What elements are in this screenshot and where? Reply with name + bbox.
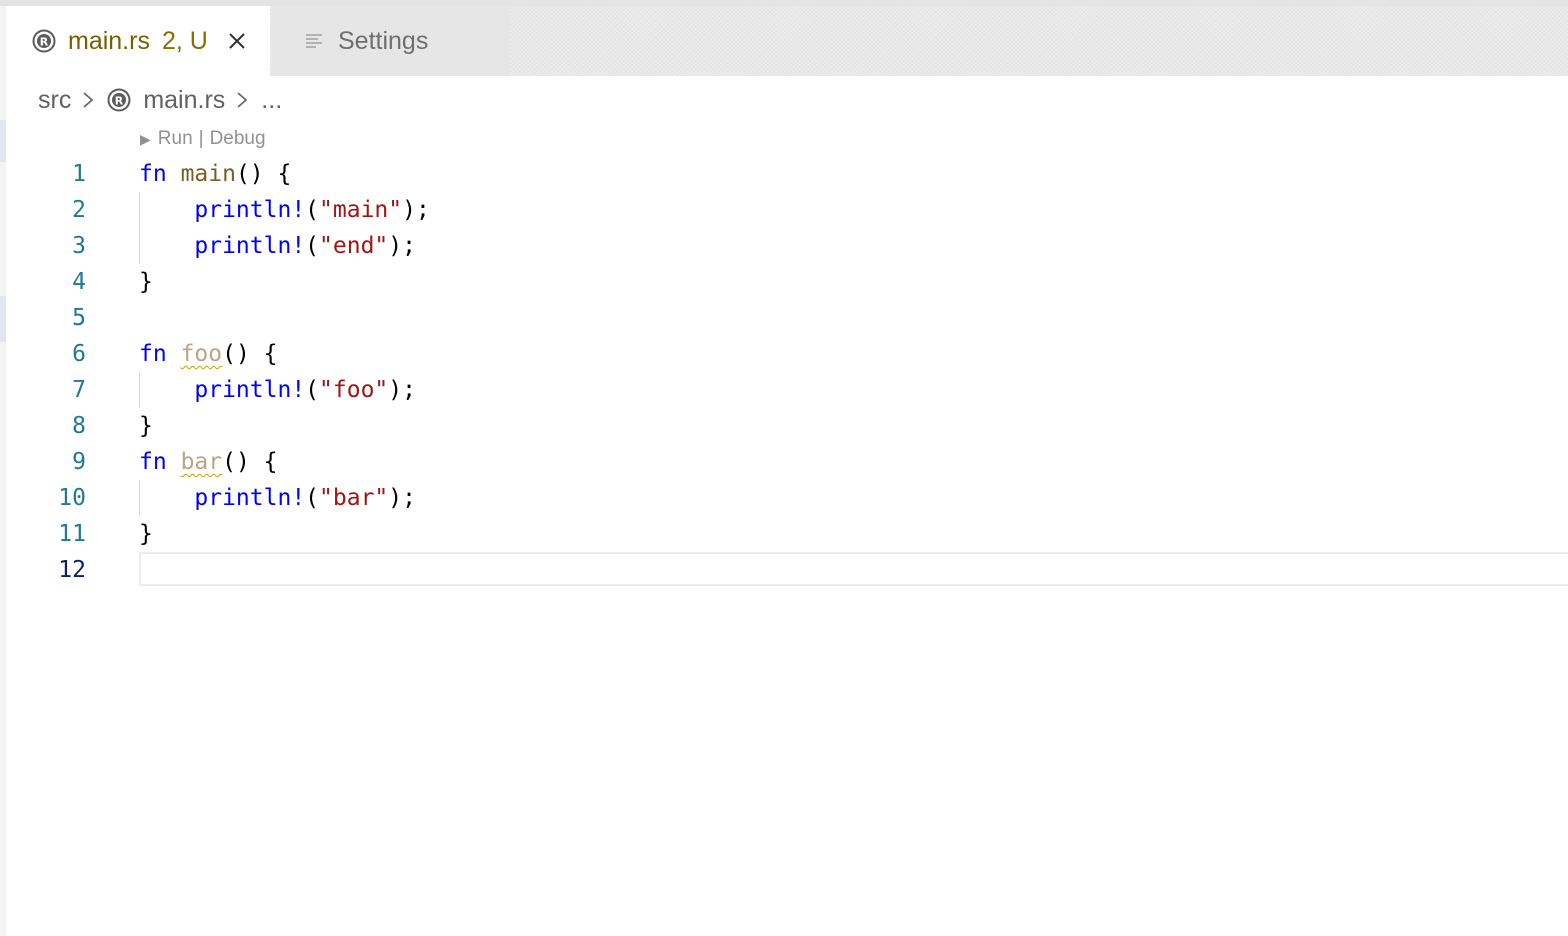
breadcrumb: src R main.rs ... — [38, 82, 282, 118]
code-line[interactable]: 4} — [0, 264, 1568, 300]
editor-window: R main.rs 2, U Settings src R main.rs ..… — [0, 0, 1568, 936]
breadcrumb-file[interactable]: main.rs — [143, 86, 225, 115]
code-token: () { — [235, 161, 292, 187]
tab-label: main.rs — [68, 26, 150, 55]
codelens: ▶ Run | Debug — [140, 126, 266, 152]
code-token: ( — [305, 233, 320, 259]
code-token: } — [139, 269, 153, 295]
rust-icon: R — [107, 88, 131, 112]
codelens-separator: | — [198, 128, 204, 149]
code-token: () { — [222, 449, 278, 475]
code-line[interactable]: 6 fn foo() { — [0, 336, 1568, 372]
code-line[interactable]: 1 fn main() { — [0, 156, 1568, 192]
code-line[interactable]: 8} — [0, 408, 1568, 444]
line-number: 7 — [72, 377, 86, 403]
code-token: } — [139, 521, 153, 547]
rust-icon: R — [32, 29, 56, 53]
code-line[interactable]: 9 fn bar() { — [0, 444, 1568, 480]
line-number: 4 — [72, 269, 86, 295]
code-token: "main" — [319, 197, 403, 223]
chevron-right-icon — [83, 92, 94, 108]
line-number: 3 — [72, 233, 86, 259]
code-text: fn main() { — [139, 156, 291, 192]
code-token: println! — [194, 197, 306, 223]
tab-settings[interactable]: Settings — [272, 6, 510, 76]
tab-label: Settings — [338, 26, 429, 55]
breadcrumb-more[interactable]: ... — [261, 86, 282, 115]
code-token: ( — [305, 485, 320, 511]
svg-text:R: R — [40, 36, 49, 49]
svg-text:R: R — [115, 95, 124, 108]
code-token: ); — [402, 197, 430, 223]
code-text: fn foo() { — [139, 336, 278, 372]
line-number: 6 — [72, 341, 86, 367]
code-text: fn bar() { — [139, 444, 278, 480]
codelens-debug[interactable]: Debug — [210, 128, 266, 150]
code-token: () { — [222, 341, 278, 367]
line-number: 2 — [72, 197, 86, 223]
code-token: bar — [180, 449, 223, 475]
code-token: ); — [388, 233, 416, 259]
code-token: ( — [305, 197, 320, 223]
code-line[interactable]: 3 println!("end"); — [0, 228, 1568, 264]
code-line[interactable]: 2 println!("main"); — [0, 192, 1568, 228]
code-token: ); — [388, 377, 416, 403]
code-token: println! — [194, 377, 306, 403]
settings-icon — [306, 34, 322, 48]
code-token: fn — [139, 161, 167, 187]
code-token: println! — [194, 485, 306, 511]
line-number: 5 — [72, 305, 86, 331]
line-number: 9 — [72, 449, 86, 475]
code-line[interactable]: 12 — [0, 552, 1568, 588]
tab-status-badge: 2, U — [161, 26, 208, 55]
code-line[interactable]: 11} — [0, 516, 1568, 552]
code-text: } — [139, 264, 153, 300]
code-token: ); — [388, 485, 416, 511]
breadcrumb-folder[interactable]: src — [38, 86, 71, 115]
line-number: 1 — [72, 161, 86, 187]
code-token: ( — [305, 377, 320, 403]
code-text: } — [139, 516, 153, 552]
code-text: println!("foo"); — [139, 372, 416, 408]
code-line[interactable]: 10 println!("bar"); — [0, 480, 1568, 516]
code-line[interactable]: 5 — [0, 300, 1568, 336]
code-token: "bar" — [319, 485, 389, 511]
tab-bar: R main.rs 2, U Settings — [6, 6, 1568, 76]
close-icon[interactable] — [226, 30, 248, 52]
chevron-right-icon — [237, 92, 248, 108]
tab-main-rs[interactable]: R main.rs 2, U — [6, 6, 270, 76]
code-token: main — [180, 161, 236, 187]
line-number: 11 — [58, 521, 86, 547]
line-number: 8 — [72, 413, 86, 439]
code-token: println! — [194, 233, 306, 259]
play-icon: ▶ — [140, 130, 151, 147]
code-text: } — [139, 408, 153, 444]
codelens-run[interactable]: Run — [158, 128, 193, 150]
code-token: foo — [180, 341, 223, 367]
code-line[interactable]: 7 println!("foo"); — [0, 372, 1568, 408]
code-token: fn — [139, 449, 167, 475]
code-text: println!("bar"); — [139, 480, 416, 516]
code-token: fn — [139, 341, 167, 367]
code-text: println!("main"); — [139, 192, 430, 228]
code-text: println!("end"); — [139, 228, 416, 264]
code-token: "end" — [319, 233, 389, 259]
line-number: 12 — [58, 557, 86, 583]
code-token: "foo" — [319, 377, 389, 403]
line-number: 10 — [58, 485, 86, 511]
code-token: } — [139, 413, 153, 439]
